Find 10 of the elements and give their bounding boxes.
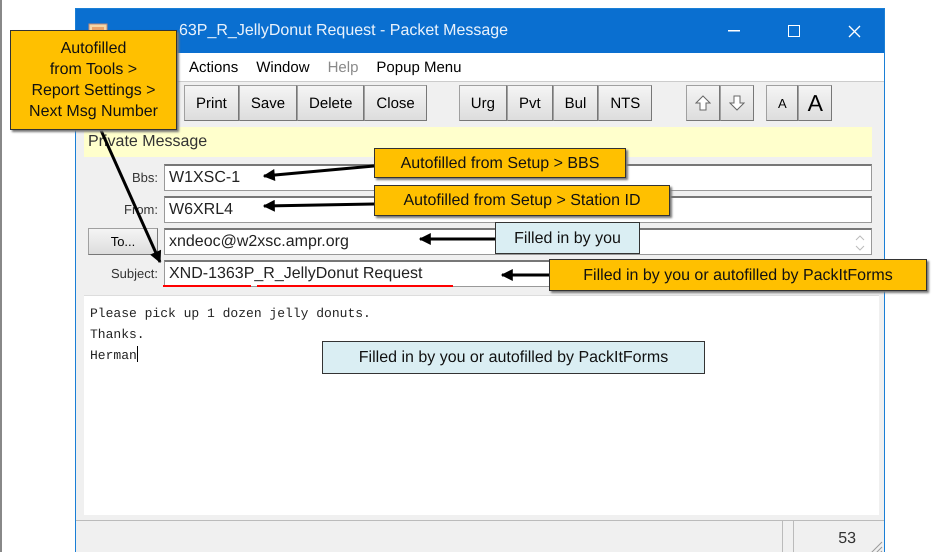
annotation-tooltip: Autofilled from Setup > BBS: [374, 148, 626, 178]
field-label: Bbs:: [130, 170, 158, 185]
annotation-tooltip: Filled in by you or autofilled by PackItForms: [549, 259, 927, 291]
annotation-tooltip: Filled in by you: [495, 222, 640, 254]
annotation-tooltip: Autofilled from Setup > Station ID: [374, 185, 670, 216]
annotation-tooltip: Filled in by you or autofilled by PackItForms: [322, 341, 705, 374]
field-label: Subject:: [110, 266, 158, 281]
window-title: 63P_R_JellyDonut Request - Packet Message: [178, 22, 510, 40]
annotation-tooltip: Autofilled from Tools > Report Settings > Next Msg Number: [10, 30, 177, 130]
character-count: 53: [793, 521, 864, 552]
